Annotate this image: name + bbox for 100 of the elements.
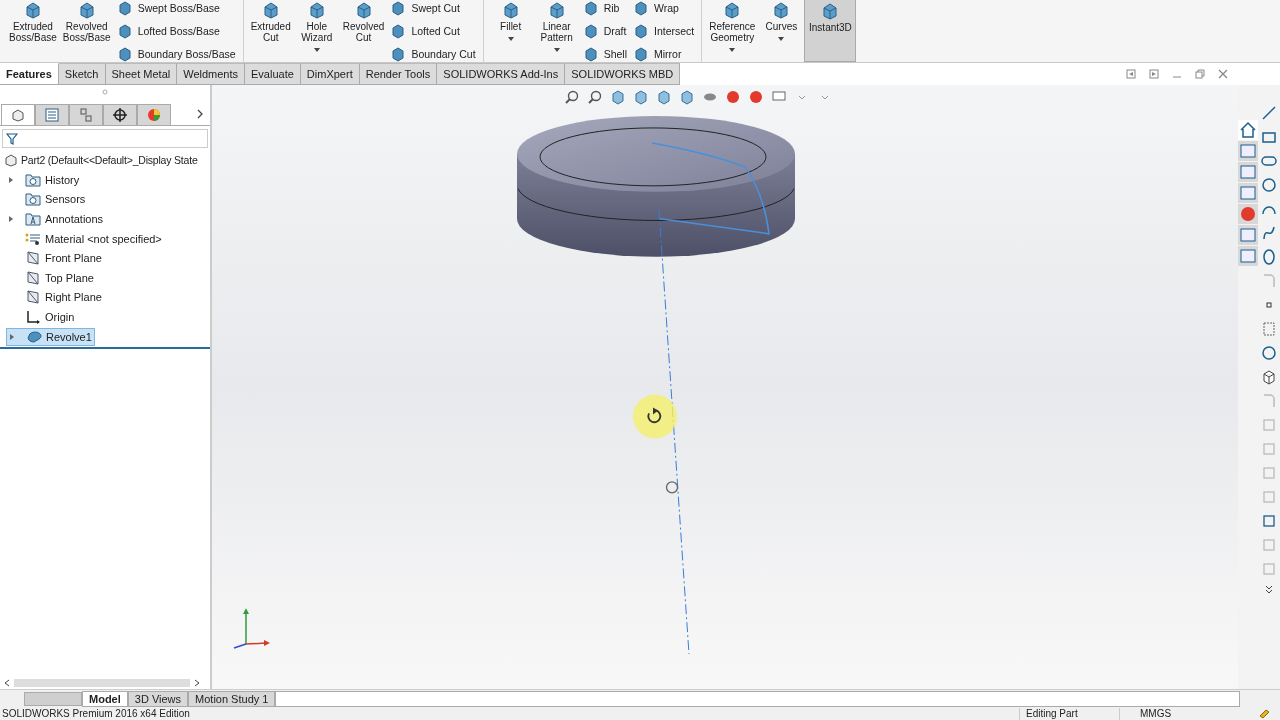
tree-item[interactable]: Material <not specified>	[6, 230, 164, 247]
command-tab[interactable]: Evaluate	[245, 63, 301, 84]
cube-icon	[633, 22, 649, 39]
view-tool-icon[interactable]	[748, 89, 764, 105]
ribbon-button[interactable]: Lofted Boss/Base	[113, 19, 239, 42]
expand-arrow-icon[interactable]	[8, 175, 14, 184]
ribbon-button[interactable]: Swept Boss/Base	[113, 0, 239, 19]
cube-icon	[633, 45, 649, 62]
view-tool-icon[interactable]	[725, 89, 741, 105]
part-icon	[4, 153, 18, 167]
axis-triad-icon	[233, 608, 270, 649]
command-tab[interactable]: Render Tools	[359, 63, 438, 84]
expand-arrow-icon[interactable]	[9, 332, 15, 341]
folder-icon	[25, 192, 41, 207]
tree-item[interactable]: Top Plane	[6, 269, 96, 286]
command-tab[interactable]: SOLIDWORKS Add-Ins	[437, 63, 566, 84]
ribbon-button[interactable]: Swept Cut	[387, 0, 479, 19]
chevron-right-icon[interactable]	[196, 108, 204, 120]
circle-icon[interactable]	[1261, 177, 1277, 193]
slot-icon[interactable]	[1261, 153, 1277, 169]
ellipse-icon[interactable]	[1261, 249, 1277, 265]
ribbon-button[interactable]: Hole Wizard	[293, 0, 340, 62]
expand-arrow-icon[interactable]	[8, 215, 14, 223]
ribbon-button[interactable]: Mirror	[630, 42, 698, 62]
cube-icon	[582, 22, 599, 39]
tree-item[interactable]: Origin	[6, 308, 77, 325]
caret-icon	[507, 37, 514, 41]
list-icon	[25, 231, 41, 246]
tree-icon	[78, 106, 94, 123]
tree-item[interactable]: Revolve1	[6, 327, 95, 346]
view-tool-icon[interactable]	[610, 89, 626, 105]
tree-item[interactable]: Right Plane	[6, 289, 104, 306]
cube-icon[interactable]	[1261, 369, 1277, 385]
restore-icon[interactable]	[1195, 69, 1205, 79]
view-tool-icon[interactable]	[564, 89, 580, 105]
grid-icon[interactable]	[1261, 321, 1277, 337]
tree-item[interactable]: Front Plane	[6, 250, 104, 267]
line-icon[interactable]	[1261, 105, 1277, 121]
rectangle-icon[interactable]	[1261, 129, 1277, 145]
cube-icon	[116, 0, 133, 16]
caret-icon	[313, 48, 320, 52]
task-pane-tab-icon[interactable]	[1238, 204, 1258, 224]
ribbon-button[interactable]: Instant3D	[804, 0, 857, 62]
ribbon-button[interactable]: Boundary Cut	[387, 42, 479, 62]
command-tab[interactable]: Sheet Metal	[105, 63, 178, 84]
ribbon-button[interactable]: Fillet	[487, 0, 534, 62]
model-tab[interactable]: 3D Views	[127, 691, 189, 707]
cube-icon	[633, 0, 649, 16]
tile-icon[interactable]	[1126, 69, 1136, 79]
ribbon-button[interactable]: Intersect	[630, 19, 698, 42]
command-tab[interactable]: Sketch	[58, 63, 106, 84]
panel-tab[interactable]	[103, 103, 137, 125]
task-pane-tab-icon[interactable]	[1238, 120, 1258, 140]
plane-icon	[25, 251, 41, 266]
ribbon-button[interactable]: Revolved Boss/Base	[59, 0, 114, 62]
caret-icon	[729, 48, 736, 52]
units-dropdown[interactable]: MMGS	[1119, 708, 1258, 720]
caret-icon	[553, 48, 560, 52]
tree-item[interactable]: Sensors	[6, 191, 88, 208]
status-text: Editing Part	[1019, 708, 1119, 720]
filter-icon	[6, 132, 18, 145]
ribbon-button[interactable]: Draft	[579, 19, 630, 42]
view-tool-icon[interactable]	[679, 89, 695, 105]
view-tool-icon[interactable]	[587, 89, 603, 105]
ribbon-button[interactable]: Boundary Boss/Base	[113, 42, 239, 62]
ribbon-button[interactable]: Shell	[579, 42, 630, 62]
ribbon-button[interactable]: Wrap	[630, 0, 698, 19]
ribbon-button[interactable]: Extruded Cut	[247, 0, 294, 62]
command-tab[interactable]: Weldments	[177, 63, 246, 84]
color-wheel-icon	[146, 106, 162, 123]
tile-icon[interactable]	[1149, 69, 1159, 79]
cube-icon	[582, 0, 599, 16]
view-tool-icon[interactable]	[656, 89, 672, 105]
command-tab[interactable]: DimXpert	[300, 63, 360, 84]
close-icon[interactable]	[1218, 69, 1228, 79]
part-name[interactable]: Part2 (Default<<Default>_Display State	[21, 154, 198, 166]
scroll-right-icon[interactable]	[194, 679, 200, 687]
scroll-thumb[interactable]	[14, 679, 190, 687]
shape-icon	[26, 329, 42, 344]
plane-icon	[25, 290, 41, 305]
grip-icon[interactable]	[102, 89, 108, 95]
ribbon-button[interactable]: Linear Pattern	[533, 0, 580, 62]
ribbon-button[interactable]: Reference Geometry	[706, 0, 759, 62]
view-tool-icon[interactable]	[633, 89, 649, 105]
ribbon-button[interactable]: Revolved Cut	[339, 0, 388, 62]
tree-item[interactable]: Annotations	[6, 211, 106, 227]
filter-field[interactable]	[2, 129, 208, 148]
crosshair-icon	[112, 106, 128, 123]
ribbon-button[interactable]: Lofted Cut	[387, 19, 479, 42]
scroll-left-icon[interactable]	[4, 679, 10, 687]
model-tab[interactable]: Model	[82, 691, 128, 707]
double-chevron-icon[interactable]	[1264, 585, 1274, 595]
command-tab[interactable]: SOLIDWORKS MBD	[565, 63, 681, 84]
tree-item[interactable]: History	[6, 171, 82, 188]
model-tab[interactable]: Motion Study 1	[188, 691, 276, 707]
curve-icon[interactable]	[1261, 225, 1277, 241]
ribbon-button[interactable]: Extruded Boss/Base	[6, 0, 60, 62]
ribbon-button[interactable]: Curves	[758, 0, 805, 62]
ribbon-button[interactable]: Rib	[579, 0, 630, 19]
folder-icon	[25, 212, 41, 226]
